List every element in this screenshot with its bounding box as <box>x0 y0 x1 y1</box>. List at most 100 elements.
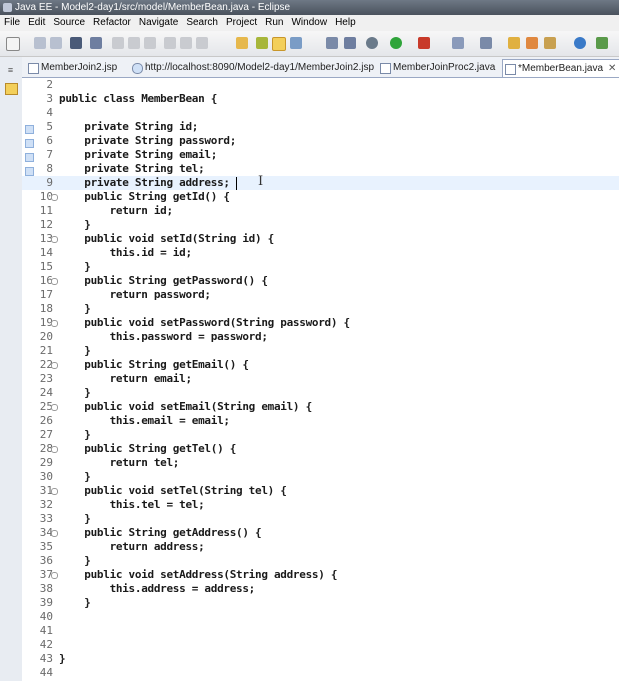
print-icon[interactable] <box>70 37 82 49</box>
fold-toggle-icon[interactable] <box>51 236 58 243</box>
code-text: public String getEmail() { <box>59 358 249 371</box>
code-line: 2 <box>22 78 619 92</box>
show-whitespace-icon[interactable] <box>290 37 302 49</box>
code-editor[interactable]: 2 3 public class MemberBean {4 5 private St… <box>22 78 619 681</box>
new-file-icon[interactable] <box>6 37 20 51</box>
code-line: 26 this.email = email; <box>22 414 619 428</box>
pin-icon[interactable] <box>256 37 268 49</box>
code-text: public String getPassword() { <box>59 274 268 287</box>
menu-source[interactable]: Source <box>49 15 89 31</box>
code-text: public String getTel() { <box>59 442 237 455</box>
search-icon[interactable] <box>526 37 538 49</box>
code-line: 17 return password; <box>22 288 619 302</box>
server-icon[interactable] <box>344 37 356 49</box>
code-line: 44 <box>22 666 619 680</box>
tab-label: MemberJoinProc2.java <box>393 62 496 73</box>
menu-help[interactable]: Help <box>331 15 360 31</box>
fold-toggle-icon[interactable] <box>51 404 58 411</box>
tab-memberjoin2-jsp[interactable]: MemberJoin2.jsp <box>26 59 117 76</box>
open-type-icon[interactable] <box>508 37 520 49</box>
run-icon[interactable] <box>390 37 402 49</box>
line-number: 3 <box>46 92 53 105</box>
fold-toggle-icon[interactable] <box>51 530 58 537</box>
line-number: 2 <box>46 78 53 91</box>
restore-icon[interactable]: ≡ <box>5 65 16 75</box>
debug-terminate-icon[interactable] <box>144 37 156 49</box>
line-number: 32 <box>39 498 53 511</box>
code-text: return tel; <box>59 456 180 469</box>
code-line: 30 } <box>22 470 619 484</box>
code-line: 16 public String getPassword() { <box>22 274 619 288</box>
menu-navigate[interactable]: Navigate <box>135 15 182 31</box>
fold-toggle-icon[interactable] <box>51 320 58 327</box>
line-number: 5 <box>46 120 53 133</box>
code-line: 43} <box>22 652 619 666</box>
fold-toggle-icon[interactable] <box>51 446 58 453</box>
save-all-icon[interactable] <box>50 37 62 49</box>
jsp-file-icon <box>28 63 39 74</box>
code-line: 14 this.id = id; <box>22 246 619 260</box>
toggle-mark-icon[interactable] <box>236 37 248 49</box>
code-text: } <box>59 428 91 441</box>
code-text: } <box>59 470 91 483</box>
tab-memberjoinproc2-java[interactable]: MemberJoinProc2.java <box>378 59 495 76</box>
java-file-icon <box>380 63 391 74</box>
tab-label: http://localhost:8090/Model2-day1/Member… <box>145 62 375 73</box>
menu-search[interactable]: Search <box>182 15 222 31</box>
web-browser-icon <box>132 63 143 74</box>
annotation-icon[interactable] <box>544 37 556 49</box>
fold-toggle-icon[interactable] <box>51 194 58 201</box>
fold-toggle-icon[interactable] <box>51 488 58 495</box>
step-over-icon[interactable] <box>180 37 192 49</box>
globe-icon[interactable] <box>574 37 586 49</box>
code-line: 5 private String id; <box>22 120 619 134</box>
line-number: 4 <box>46 106 53 119</box>
external-tools-icon[interactable] <box>418 37 430 49</box>
new-class-icon[interactable] <box>480 37 492 49</box>
code-text: return email; <box>59 372 193 385</box>
debug-resume-icon[interactable] <box>112 37 124 49</box>
menu-window[interactable]: Window <box>287 15 331 31</box>
line-number: 26 <box>39 414 53 427</box>
line-number: 40 <box>39 610 53 623</box>
menu-run[interactable]: Run <box>261 15 287 31</box>
line-number: 23 <box>39 372 53 385</box>
perspective-icon[interactable] <box>596 37 608 49</box>
ibeam-cursor-icon: I <box>258 174 264 189</box>
menu-project[interactable]: Project <box>222 15 261 31</box>
code-line: 3 public class MemberBean { <box>22 92 619 106</box>
fold-toggle-icon[interactable] <box>51 278 58 285</box>
code-text: } <box>59 260 91 273</box>
code-text: } <box>59 554 91 567</box>
word-wrap-icon[interactable] <box>272 37 286 51</box>
new-java-project-icon[interactable] <box>452 37 464 49</box>
line-number: 11 <box>39 204 53 217</box>
step-into-icon[interactable] <box>164 37 176 49</box>
code-text: public void setEmail(String email) { <box>59 400 312 413</box>
code-text: } <box>59 386 91 399</box>
code-line: 35 return address; <box>22 540 619 554</box>
fold-toggle-icon[interactable] <box>51 362 58 369</box>
debug-suspend-icon[interactable] <box>128 37 140 49</box>
menu-refactor[interactable]: Refactor <box>89 15 135 31</box>
code-line: 40 <box>22 610 619 624</box>
code-line: 33 } <box>22 512 619 526</box>
tab-browser[interactable]: http://localhost:8090/Model2-day1/Member… <box>130 59 374 76</box>
open-task-icon[interactable] <box>90 37 102 49</box>
tab-memberbean-java[interactable]: *MemberBean.java ✕ <box>502 59 619 77</box>
fold-toggle-icon[interactable] <box>51 572 58 579</box>
close-icon[interactable]: ✕ <box>608 63 616 74</box>
menu-edit[interactable]: Edit <box>24 15 49 31</box>
step-return-icon[interactable] <box>196 37 208 49</box>
code-line: 23 return email; <box>22 372 619 386</box>
line-number: 20 <box>39 330 53 343</box>
save-icon[interactable] <box>34 37 46 49</box>
block-selection-icon[interactable] <box>326 37 338 49</box>
debug-icon[interactable] <box>366 37 378 49</box>
package-explorer-icon[interactable] <box>5 83 18 95</box>
code-line: 19 public void setPassword(String passwo… <box>22 316 619 330</box>
menu-file[interactable]: File <box>0 15 24 31</box>
tab-label: *MemberBean.java <box>518 63 604 74</box>
code-line: 20 this.password = password; <box>22 330 619 344</box>
code-line: 10 public String getId() { <box>22 190 619 204</box>
